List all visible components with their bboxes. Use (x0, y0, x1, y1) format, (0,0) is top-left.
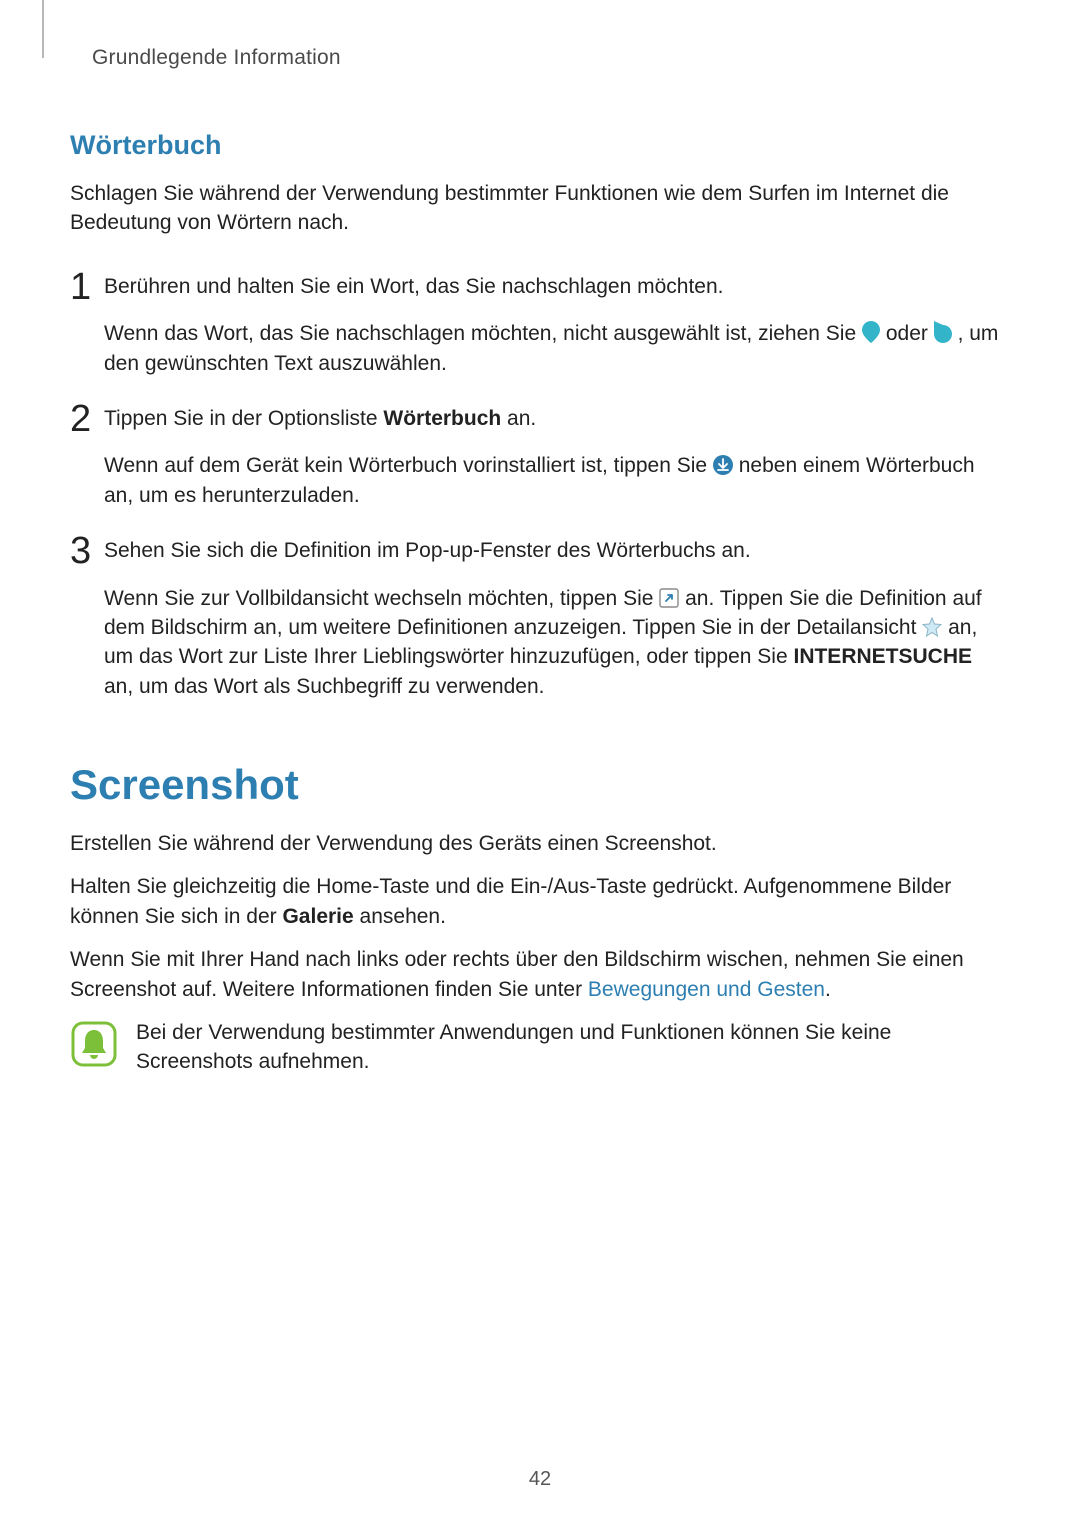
manual-page: Grundlegende Information Wörterbuch Schl… (0, 0, 1080, 1527)
text: an, um das Wort als Suchbegriff zu verwe… (104, 675, 544, 698)
step-number: 1 (70, 268, 104, 306)
note-text: Bei der Verwendung bestimmter Anwendunge… (136, 1018, 1002, 1077)
text: an. (507, 407, 536, 430)
download-icon (713, 455, 733, 475)
note-bell-icon (70, 1020, 118, 1073)
expand-icon (659, 588, 679, 608)
screenshot-p2: Halten Sie gleichzeitig die Home-Taste u… (70, 872, 1002, 931)
step-detail: Wenn auf dem Gerät kein Wörterbuch vorin… (104, 451, 1002, 510)
step-2: 2 Tippen Sie in der Optionsliste Wörterb… (70, 404, 1002, 510)
dictionary-steps: 1 Berühren und halten Sie ein Wort, das … (70, 272, 1002, 701)
text: Halten Sie gleichzeitig die Home-Taste u… (70, 875, 951, 927)
text-bold: Galerie (282, 905, 353, 928)
step-3: 3 Sehen Sie sich die Definition im Pop-u… (70, 536, 1002, 701)
step-detail: Wenn das Wort, das Sie nachschlagen möch… (104, 319, 1002, 378)
selection-handle-left-icon (862, 321, 880, 343)
gestures-link[interactable]: Bewegungen und Gesten (588, 978, 825, 1001)
step-detail: Wenn Sie zur Vollbildansicht wechseln mö… (104, 584, 1002, 702)
text-bold: INTERNETSUCHE (793, 645, 972, 668)
step-lead: Sehen Sie sich die Definition im Pop-up-… (104, 536, 1002, 565)
screenshot-p1: Erstellen Sie während der Verwendung des… (70, 829, 1002, 858)
text: . (825, 978, 831, 1001)
text: ansehen. (360, 905, 446, 928)
step-number: 3 (70, 532, 104, 570)
star-icon (922, 617, 942, 637)
text: Wenn das Wort, das Sie nachschlagen möch… (104, 322, 862, 345)
step-lead: Berühren und halten Sie ein Wort, das Si… (104, 272, 1002, 301)
text-bold: Wörterbuch (383, 407, 501, 430)
text: oder (886, 322, 934, 345)
text: Wenn auf dem Gerät kein Wörterbuch vorin… (104, 454, 713, 477)
step-1: 1 Berühren und halten Sie ein Wort, das … (70, 272, 1002, 378)
section-title-screenshot: Screenshot (70, 761, 1002, 809)
selection-handle-right-icon (934, 321, 952, 343)
text: Wenn Sie zur Vollbildansicht wechseln mö… (104, 587, 659, 610)
step-lead: Tippen Sie in der Optionsliste Wörterbuc… (104, 404, 1002, 433)
screenshot-p3: Wenn Sie mit Ihrer Hand nach links oder … (70, 945, 1002, 1004)
header-rule (42, 0, 44, 58)
step-body: Tippen Sie in der Optionsliste Wörterbuc… (104, 404, 1002, 510)
step-number: 2 (70, 400, 104, 438)
step-body: Sehen Sie sich die Definition im Pop-up-… (104, 536, 1002, 701)
page-number: 42 (0, 1468, 1080, 1491)
step-body: Berühren und halten Sie ein Wort, das Si… (104, 272, 1002, 378)
dictionary-intro: Schlagen Sie während der Verwendung best… (70, 179, 1002, 238)
note-block: Bei der Verwendung bestimmter Anwendunge… (70, 1018, 1002, 1077)
section-title-dictionary: Wörterbuch (70, 130, 1002, 161)
running-head: Grundlegende Information (92, 46, 1002, 70)
text: Tippen Sie in der Optionsliste (104, 407, 383, 430)
